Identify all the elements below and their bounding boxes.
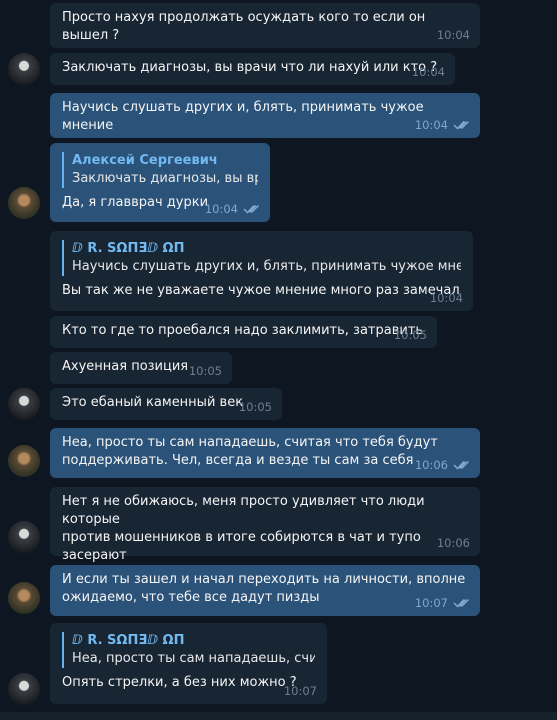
avatar[interactable] [8, 445, 40, 477]
message-text: Неа, просто ты сам нападаешь, считая что… [62, 435, 438, 468]
message-time: 10:04 [429, 291, 463, 305]
message-bubble[interactable]: Просто нахуя продолжать осуждать кого то… [50, 3, 480, 48]
message-bubble[interactable]: Алексей Сергеевич Заключать диагнозы, вы… [50, 143, 270, 222]
message-meta: 10:04 [415, 116, 470, 134]
input-area-edge [0, 712, 557, 720]
avatar[interactable] [8, 521, 40, 553]
message-meta: 10:04 [412, 63, 445, 81]
message-text: И если ты зашел и начал переходить на ли… [62, 572, 466, 605]
avatar[interactable] [8, 673, 40, 705]
message-meta: 10:06 [437, 534, 470, 552]
chat-area: Просто нахуя продолжать осуждать кого то… [0, 0, 557, 720]
avatar[interactable] [8, 582, 40, 614]
reply-text: Заключать диагнозы, вы вр... [72, 171, 258, 186]
message-text: Заключать диагнозы, вы врачи что ли наху… [62, 60, 438, 75]
message-meta: 10:05 [394, 326, 427, 344]
message-bubble[interactable]: ⅅ R. SΩΠƎⅅ ΩΠ Научись слушать других и, … [50, 231, 473, 311]
reply-quote[interactable]: Алексей Сергеевич Заключать диагнозы, вы… [62, 152, 258, 188]
reply-text: Неа, просто ты сам нападаешь, счит... [72, 651, 315, 666]
message-time: 10:04 [414, 118, 448, 132]
message-meta: 10:06 [415, 456, 470, 474]
message-bubble[interactable]: Научись слушать других и, блять, принима… [50, 93, 480, 138]
message-bubble[interactable]: ⅅ R. SΩΠƎⅅ ΩΠ Неа, просто ты сам нападае… [50, 623, 327, 704]
message-text: Опять стрелки, а без них можно ? [62, 675, 297, 690]
message-text: Кто то где то проебался надо заклимить, … [62, 323, 424, 338]
reply-quote[interactable]: ⅅ R. SΩΠƎⅅ ΩΠ Научись слушать других и, … [62, 240, 461, 276]
message-time: 10:05 [393, 328, 427, 342]
message-bubble[interactable]: Ахуенная позиция 10:05 [50, 352, 232, 384]
avatar[interactable] [8, 388, 40, 420]
message-text: Просто нахуя продолжать осуждать кого то… [62, 10, 426, 43]
message-time: 10:05 [188, 364, 222, 378]
message-bubble[interactable]: Кто то где то проебался надо заклимить, … [50, 316, 437, 348]
message-meta: 10:07 [415, 594, 470, 612]
message-time: 10:07 [283, 684, 317, 698]
avatar[interactable] [8, 53, 40, 85]
message-time: 10:04 [436, 28, 470, 42]
message-meta: 10:05 [189, 362, 222, 380]
message-bubble[interactable]: Неа, просто ты сам нападаешь, считая что… [50, 428, 480, 478]
message-meta: 10:04 [430, 289, 463, 307]
message-meta: 10:07 [284, 682, 317, 700]
reply-author: ⅅ R. SΩΠƎⅅ ΩΠ [72, 241, 185, 256]
reply-text: Научись слушать других и, блять, принима… [72, 259, 461, 274]
double-check-icon [453, 460, 470, 470]
reply-author: Алексей Сергеевич [72, 153, 218, 168]
message-time: 10:04 [411, 65, 445, 79]
double-check-icon [453, 120, 470, 130]
message-time: 10:05 [238, 400, 272, 414]
message-text: Научись слушать других и, блять, принима… [62, 100, 424, 133]
reply-quote[interactable]: ⅅ R. SΩΠƎⅅ ΩΠ Неа, просто ты сам нападае… [62, 632, 315, 668]
message-time: 10:06 [436, 536, 470, 550]
message-bubble[interactable]: Нет я не обижаюсь, меня просто удивляет … [50, 487, 480, 581]
message-bubble[interactable]: Это ебаный каменный век 10:05 [50, 388, 282, 420]
message-text: Вы так же не уважаете чужое мнение много… [62, 283, 460, 298]
avatar[interactable] [8, 187, 40, 219]
message-meta: 10:05 [239, 398, 272, 416]
message-meta: 10:04 [437, 26, 470, 44]
message-meta: 10:04 [205, 200, 260, 218]
message-bubble[interactable]: И если ты зашел и начал переходить на ли… [50, 565, 480, 616]
message-bubble[interactable]: Заключать диагнозы, вы врачи что ли наху… [50, 53, 455, 85]
reply-author: ⅅ R. SΩΠƎⅅ ΩΠ [72, 633, 185, 648]
double-check-icon [243, 204, 260, 214]
message-time: 10:06 [414, 458, 448, 472]
double-check-icon [453, 598, 470, 608]
message-time: 10:07 [414, 596, 448, 610]
message-time: 10:04 [204, 202, 238, 216]
